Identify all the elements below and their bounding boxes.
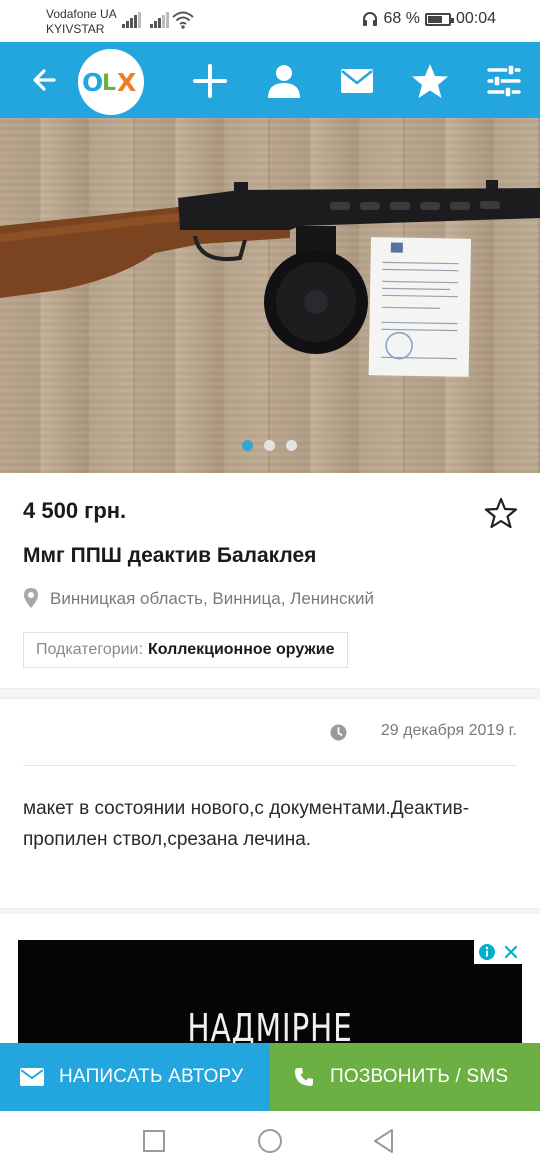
listing-date: 29 декабря 2019 г. (380, 722, 517, 739)
logo-letter-x: X (117, 68, 137, 97)
signal-icon (122, 12, 142, 28)
mail-icon[interactable] (337, 61, 377, 101)
system-nav-bar (0, 1111, 540, 1170)
battery-percent: 68 % (383, 10, 420, 27)
listing-photo[interactable] (0, 118, 540, 473)
favorite-star-icon[interactable] (484, 496, 518, 530)
back-arrow-icon[interactable] (28, 60, 64, 100)
ad-banner[interactable]: НАДМІРНЕ СПОЖИВАННЯ (18, 940, 522, 1050)
listing-description: макет в состоянии нового,с документами.Д… (23, 798, 470, 850)
page-dot-3[interactable] (286, 440, 297, 451)
listing-title: Ммг ППШ деактив Балаклея (23, 544, 317, 567)
plus-icon[interactable] (190, 61, 230, 101)
subcategory-value: Коллекционное оружие (147, 641, 335, 658)
status-bar: Vodafone UA KYIVSTAR 68 % 00:04 (0, 0, 540, 42)
close-icon[interactable] (503, 944, 519, 960)
headphones-icon (363, 12, 378, 26)
clock-time: 00:04 (455, 10, 496, 27)
carrier-kyivstar: KYIVSTAR (46, 22, 105, 36)
phone-icon (295, 1068, 313, 1086)
carrier-vodafone: Vodafone UA (46, 7, 117, 21)
settings-sliders-icon[interactable] (484, 61, 524, 101)
ad-choices-badge[interactable] (474, 940, 522, 964)
logo-letter-l: L (102, 71, 117, 96)
status-right-group: 68 % 00:04 (362, 10, 496, 28)
subcategory-chip[interactable]: Подкатегории: Коллекционное оружие (23, 632, 348, 668)
user-icon[interactable] (264, 61, 304, 101)
top-app-bar: O L X (0, 42, 540, 118)
listing-price: 4 500 грн. (23, 498, 127, 523)
section-divider (0, 688, 540, 699)
divider (23, 765, 517, 766)
listing-location[interactable]: Винницкая область, Винница, Ленинский (50, 589, 374, 609)
call-sms-button[interactable]: ПОЗВОНИТЬ / SMS (270, 1043, 540, 1111)
recent-apps-icon[interactable] (140, 1127, 168, 1155)
call-sms-label: ПОЗВОНИТЬ / SMS (330, 1066, 509, 1087)
location-pin-icon (24, 588, 38, 608)
star-icon[interactable] (410, 61, 450, 101)
signal-icon (150, 12, 170, 28)
battery-icon (424, 12, 454, 26)
mail-icon (20, 1068, 44, 1086)
section-divider (0, 908, 540, 914)
info-icon[interactable] (478, 943, 496, 961)
page-dot-1[interactable] (242, 440, 253, 451)
gallery-pagination (242, 440, 297, 451)
clock-icon (330, 724, 347, 741)
carrier-names: Vodafone UA KYIVSTAR (46, 7, 117, 37)
olx-logo[interactable]: O L X (78, 49, 144, 115)
subcategory-label: Подкатегории: (36, 641, 143, 658)
gun-photo-illustration (0, 180, 540, 377)
logo-letter-o: O (82, 68, 104, 97)
back-icon[interactable] (370, 1127, 398, 1155)
write-author-button[interactable]: НАПИСАТЬ АВТОРУ (0, 1043, 270, 1111)
home-icon[interactable] (256, 1127, 284, 1155)
write-author-label: НАПИСАТЬ АВТОРУ (59, 1066, 244, 1087)
wifi-icon (172, 11, 194, 29)
page-dot-2[interactable] (264, 440, 275, 451)
